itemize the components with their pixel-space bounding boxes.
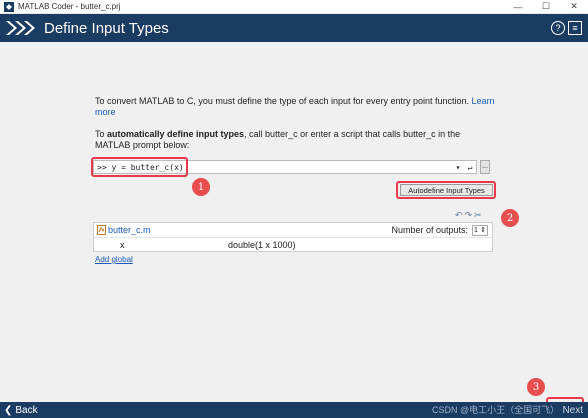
enter-icon[interactable]: ↵	[464, 163, 476, 172]
step-badge-2: 2	[501, 209, 519, 227]
outputs-label: Number of outputs:	[391, 225, 468, 235]
page-title: Define Input Types	[44, 19, 169, 37]
undo-icon[interactable]: ↶	[455, 210, 463, 221]
maximize-button[interactable]: ☐	[532, 0, 560, 14]
instructions-prefix: To	[95, 129, 108, 139]
redo-icon[interactable]: ↷	[465, 210, 473, 221]
minimize-button[interactable]: —	[504, 0, 532, 14]
menu-icon[interactable]: ≡	[568, 21, 582, 35]
stepper-arrows-icon[interactable]: ⇕	[480, 226, 486, 234]
entry-point-file[interactable]: butter_c.m	[108, 225, 391, 235]
step-badge-1: 1	[192, 178, 210, 196]
back-button[interactable]: ❮ Back	[4, 405, 38, 416]
help-icon[interactable]: ?	[551, 21, 565, 35]
add-global-link[interactable]: Add global	[95, 255, 133, 264]
footer-bar: ❮ Back CSDN @电工小王（全国可飞） Next	[0, 402, 588, 418]
window-title-bar: MATLAB Coder - butter_c.prj — ☐ ✕	[0, 0, 588, 14]
input-types-table: butter_c.m Number of outputs: 1 ⇕ x doubl…	[93, 222, 493, 252]
autodefine-instructions: To automatically define input types, cal…	[95, 129, 495, 151]
page-header: Define Input Types ? ≡	[0, 14, 588, 42]
highlight-prompt	[91, 157, 188, 177]
browse-button[interactable]: ...	[480, 160, 490, 174]
next-button[interactable]: Next	[562, 405, 583, 416]
input-type[interactable]: double(1 x 1000)	[228, 240, 492, 250]
table-row[interactable]: x double(1 x 1000)	[94, 238, 492, 252]
step-badge-3: 3	[527, 378, 545, 396]
wizard-steps-icon	[6, 19, 36, 37]
outputs-stepper[interactable]: 1 ⇕	[472, 224, 488, 236]
outputs-value[interactable]: 1	[474, 227, 478, 234]
intro-text: To convert MATLAB to C, you must define …	[95, 96, 495, 118]
chevron-left-icon: ❮	[4, 404, 13, 416]
intro-sentence: To convert MATLAB to C, you must define …	[95, 96, 470, 106]
chevron-down-icon[interactable]: ▾	[452, 163, 464, 172]
file-row: butter_c.m Number of outputs: 1 ⇕	[94, 223, 492, 238]
tools-icon[interactable]: ✂	[474, 210, 482, 221]
watermark: CSDN @电工小王（全国可飞）	[432, 405, 560, 415]
matlab-coder-icon	[4, 1, 14, 12]
window-title: MATLAB Coder - butter_c.prj	[18, 2, 121, 11]
input-name[interactable]: x	[94, 240, 228, 250]
close-button[interactable]: ✕	[560, 0, 588, 14]
instructions-bold: automatically define input types	[107, 129, 245, 139]
back-label: Back	[15, 404, 38, 416]
table-toolbar: ↶ ↷ ✂	[455, 210, 482, 221]
highlight-autodefine	[396, 181, 496, 199]
matlab-file-icon	[97, 225, 106, 235]
